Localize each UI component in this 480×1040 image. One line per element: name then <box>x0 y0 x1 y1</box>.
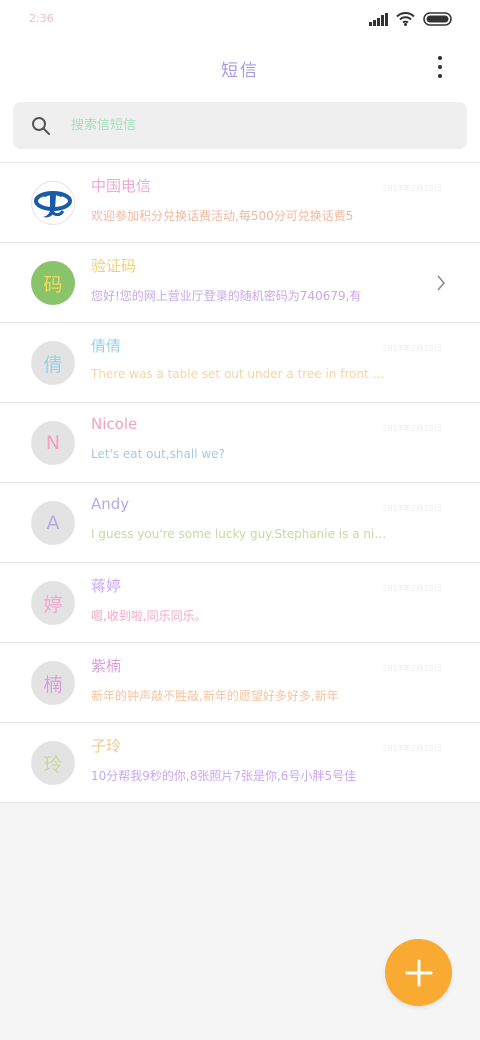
message-date: 2017年2月10日 <box>382 424 442 433</box>
page-title: 短信 <box>221 61 259 81</box>
more-options-button[interactable] <box>428 52 452 82</box>
app-header: 短信 <box>0 40 480 96</box>
message-date: 2017年2月10日 <box>382 504 442 513</box>
contact-name: 蒋婷 <box>91 577 122 595</box>
status-icons <box>369 12 453 26</box>
battery-icon <box>423 12 452 26</box>
conversation-row[interactable]: 中国电信 2017年2月10日 欢迎参加积分兑换话费活动,每500分可兑换话费5 <box>0 163 480 243</box>
conversation-row[interactable]: N Nicole 2017年2月10日 Let's eat out,shall … <box>0 403 480 483</box>
contact-name: 子玲 <box>91 737 122 755</box>
message-preview: 您好!您的网上营业厅登录的随机密码为740679,有 <box>91 289 362 303</box>
status-time: 2:36 <box>29 12 54 25</box>
avatar: 玲 <box>31 741 75 785</box>
avatar: N <box>31 421 75 465</box>
avatar: A <box>31 501 75 545</box>
avatar <box>31 181 75 225</box>
sms-app-screen: 2:36 短信 搜索信短信 中国电信 2017年2月10日 欢迎参加积分兑换话费… <box>0 0 480 1040</box>
conversation-row[interactable]: 码 验证码 您好!您的网上营业厅登录的随机密码为740679,有 <box>0 243 480 323</box>
message-preview: Let's eat out,shall we? <box>91 447 225 461</box>
message-preview: There was a table set out under a tree i… <box>91 367 388 381</box>
avatar: 倩 <box>31 341 75 385</box>
message-preview: 欢迎参加积分兑换话费活动,每500分可兑换话费5 <box>91 209 354 223</box>
new-message-button[interactable] <box>385 939 452 1006</box>
avatar: 码 <box>31 261 75 305</box>
search-container <box>0 96 480 162</box>
message-date: 2017年2月10日 <box>382 584 442 593</box>
message-date: 2017年2月10日 <box>382 744 442 753</box>
status-bar: 2:36 <box>0 0 480 40</box>
signal-icon <box>369 12 388 26</box>
message-date: 2017年2月10日 <box>382 344 442 353</box>
contact-name: 中国电信 <box>91 177 152 195</box>
more-vert-icon <box>438 56 442 60</box>
conversation-row[interactable]: 倩 倩倩 2017年2月10日 There was a table set ou… <box>0 323 480 403</box>
contact-name: 紫楠 <box>91 657 122 675</box>
search-bar[interactable] <box>13 102 467 149</box>
wifi-icon <box>396 12 415 26</box>
top-section: 2:36 短信 搜索信短信 中国电信 2017年2月10日 欢迎参加积分兑换话费… <box>0 0 480 803</box>
message-date: 2017年2月10日 <box>382 184 442 193</box>
message-preview: 10分帮我9秒的你,8张照片7张是你,6号小胖5号佳 <box>91 769 357 783</box>
conversation-row[interactable]: A Andy 2017年2月10日 I guess you're some lu… <box>0 483 480 563</box>
contact-name: 倩倩 <box>91 337 122 355</box>
conversation-row[interactable]: 玲 子玲 2017年2月10日 10分帮我9秒的你,8张照片7张是你,6号小胖5… <box>0 723 480 803</box>
contact-name: Andy <box>91 495 130 513</box>
china-telecom-logo-icon <box>34 191 72 218</box>
message-preview: 新年的钟声敲不胜敲,新年的愿望好多好多,新年 <box>91 689 339 703</box>
avatar: 楠 <box>31 661 75 705</box>
contact-name: Nicole <box>91 415 138 433</box>
search-icon <box>32 116 50 135</box>
chevron-right-icon <box>437 275 445 291</box>
conversation-list: 中国电信 2017年2月10日 欢迎参加积分兑换话费活动,每500分可兑换话费5… <box>0 162 480 803</box>
search-input[interactable] <box>71 118 371 133</box>
contact-name: 验证码 <box>91 257 137 275</box>
message-preview: 嗯,收到啦,同乐同乐。 <box>91 609 207 623</box>
conversation-row[interactable]: 楠 紫楠 2017年2月10日 新年的钟声敲不胜敲,新年的愿望好多好多,新年 <box>0 643 480 723</box>
avatar: 婷 <box>31 581 75 625</box>
plus-icon <box>405 959 432 986</box>
message-date: 2017年2月10日 <box>382 664 442 673</box>
conversation-row[interactable]: 婷 蒋婷 2017年2月10日 嗯,收到啦,同乐同乐。 <box>0 563 480 643</box>
message-preview: I guess you're some lucky guy.Stephanie … <box>91 527 388 541</box>
